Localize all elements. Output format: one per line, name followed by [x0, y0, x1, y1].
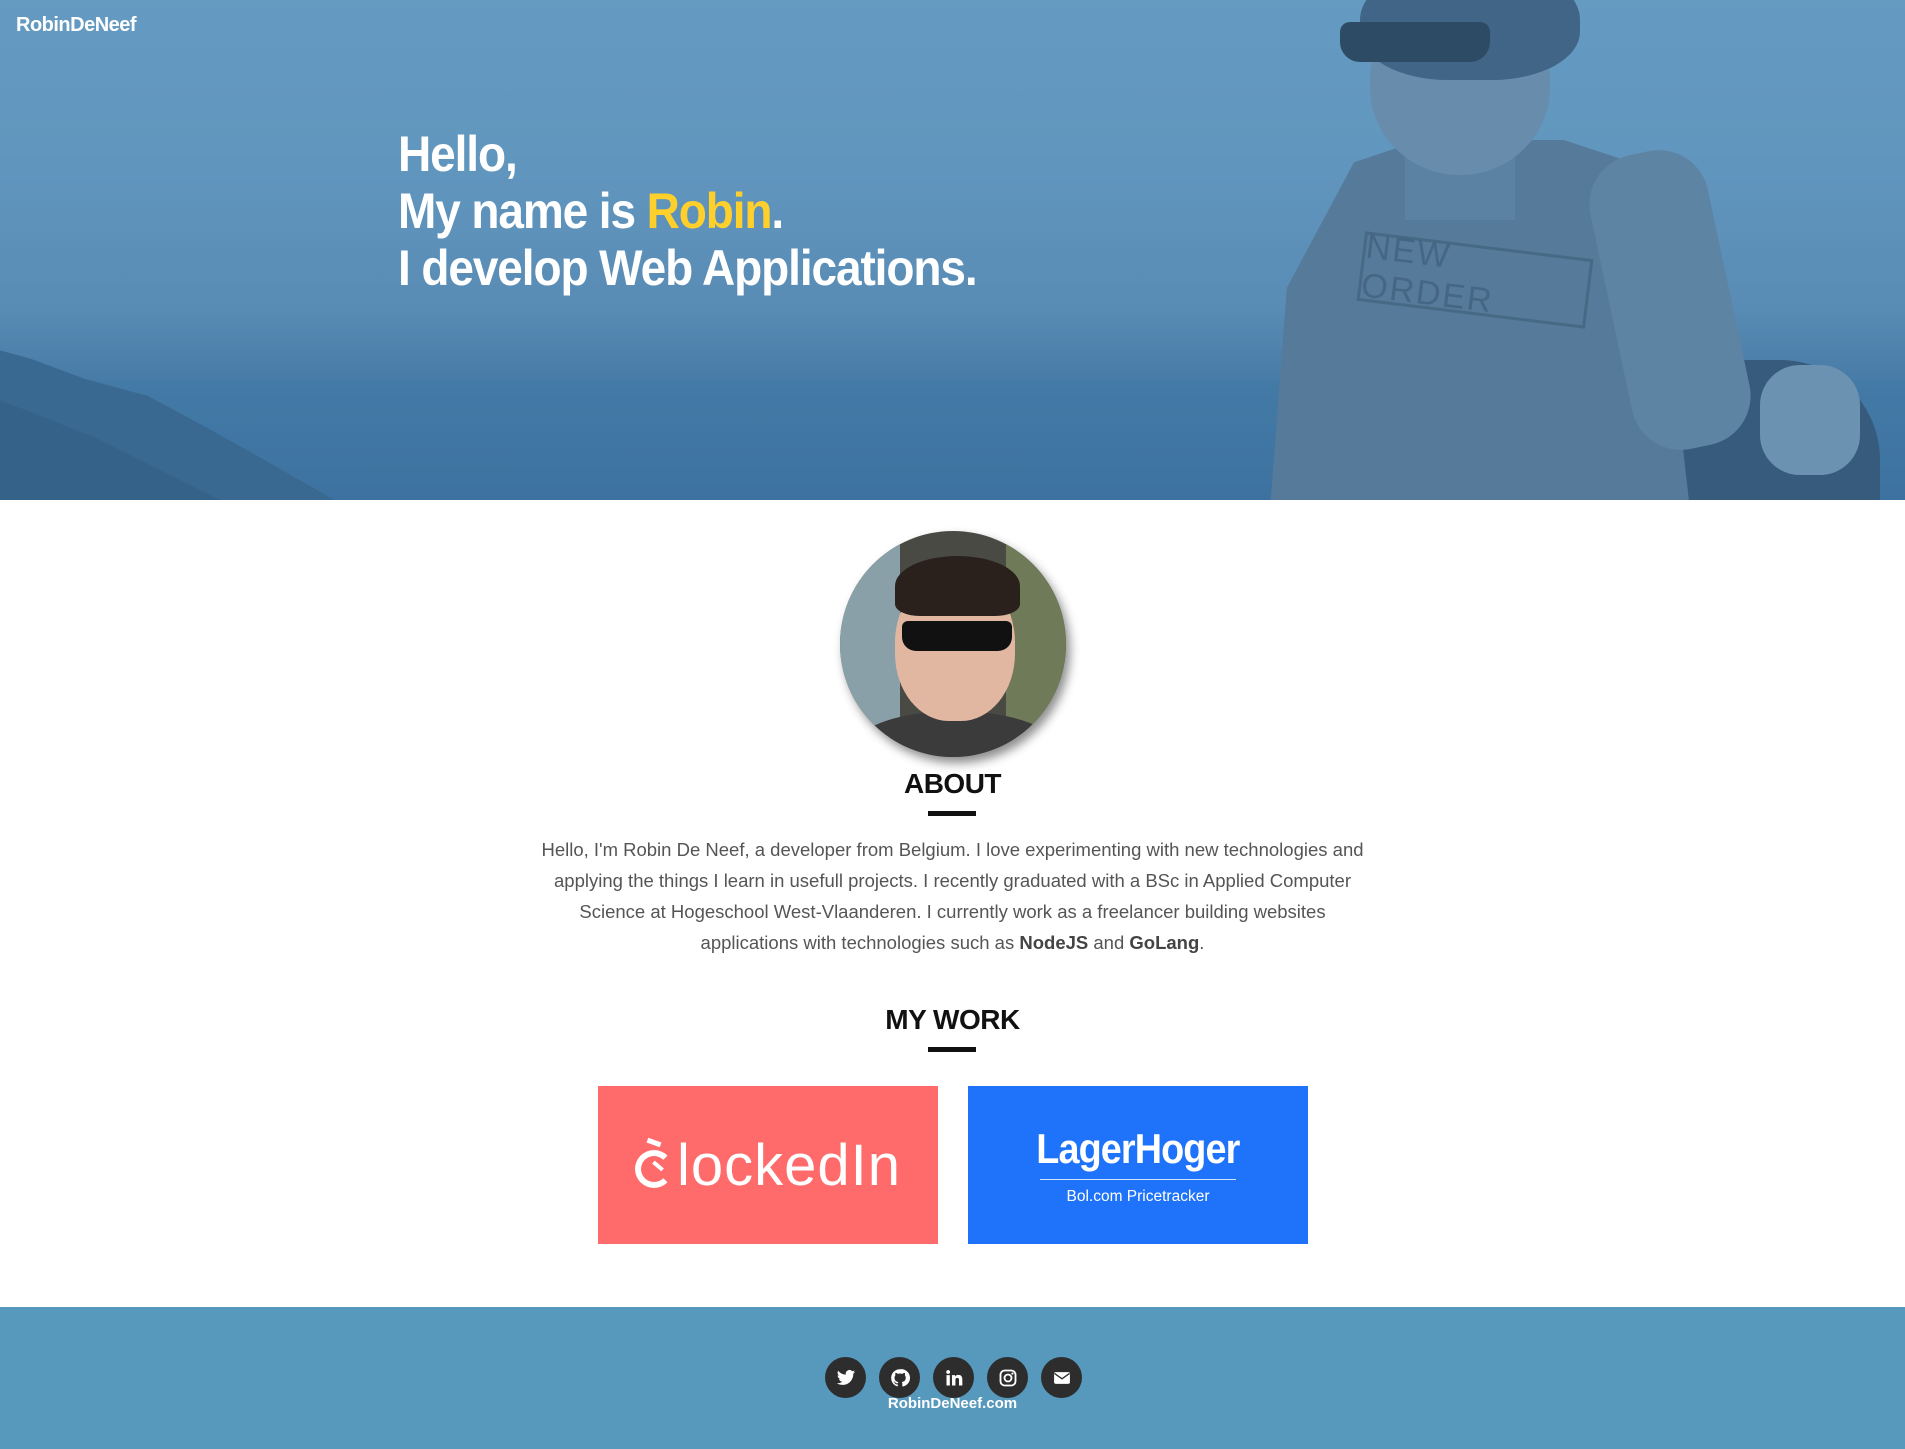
- hero-greeting: Hello,: [398, 126, 518, 182]
- lagerhoger-subtitle: Bol.com Pricetracker: [1066, 1187, 1210, 1205]
- social-links: [825, 1357, 1082, 1398]
- project-card-clockedin[interactable]: lockedIn: [598, 1086, 938, 1244]
- lagerhoger-divider: [1040, 1178, 1236, 1180]
- project-card-lagerhoger[interactable]: LagerHoger Bol.com Pricetracker: [968, 1086, 1308, 1244]
- hero-name: Robin: [646, 183, 773, 239]
- about-paragraph: Hello, I'm Robin De Neef, a developer fr…: [541, 839, 1364, 953]
- tech-golang: GoLang: [1129, 932, 1200, 953]
- hero-banner: NEW ORDER RobinDeNeef Hello, My name is …: [0, 0, 1905, 500]
- brand-logo-link[interactable]: RobinDeNeef: [16, 14, 137, 37]
- tech-nodejs: NodeJS: [1019, 932, 1089, 953]
- lagerhoger-logo: LagerHoger: [1036, 1124, 1240, 1172]
- hero-name-line: My name is Robin.: [398, 183, 784, 239]
- work-title-underline: [928, 1047, 976, 1052]
- about-title-underline: [928, 811, 976, 816]
- footer-site-link[interactable]: RobinDeNeef.com: [0, 1395, 1905, 1412]
- linkedin-icon[interactable]: [933, 1357, 974, 1398]
- about-title: ABOUT: [903, 768, 1002, 799]
- envelope-icon[interactable]: [1041, 1357, 1082, 1398]
- stopwatch-icon: [634, 1137, 675, 1190]
- work-title: MY WORK: [885, 1004, 1020, 1035]
- github-icon[interactable]: [879, 1357, 920, 1398]
- clockedin-logo: lockedIn: [634, 1132, 901, 1199]
- hero-tagline: I develop Web Applications.: [398, 240, 978, 296]
- footer: [0, 1307, 1905, 1449]
- instagram-icon[interactable]: [987, 1357, 1028, 1398]
- hero-headline: Hello, My name is Robin. I develop Web A…: [398, 126, 978, 297]
- twitter-icon[interactable]: [825, 1357, 866, 1398]
- profile-avatar: [840, 531, 1066, 757]
